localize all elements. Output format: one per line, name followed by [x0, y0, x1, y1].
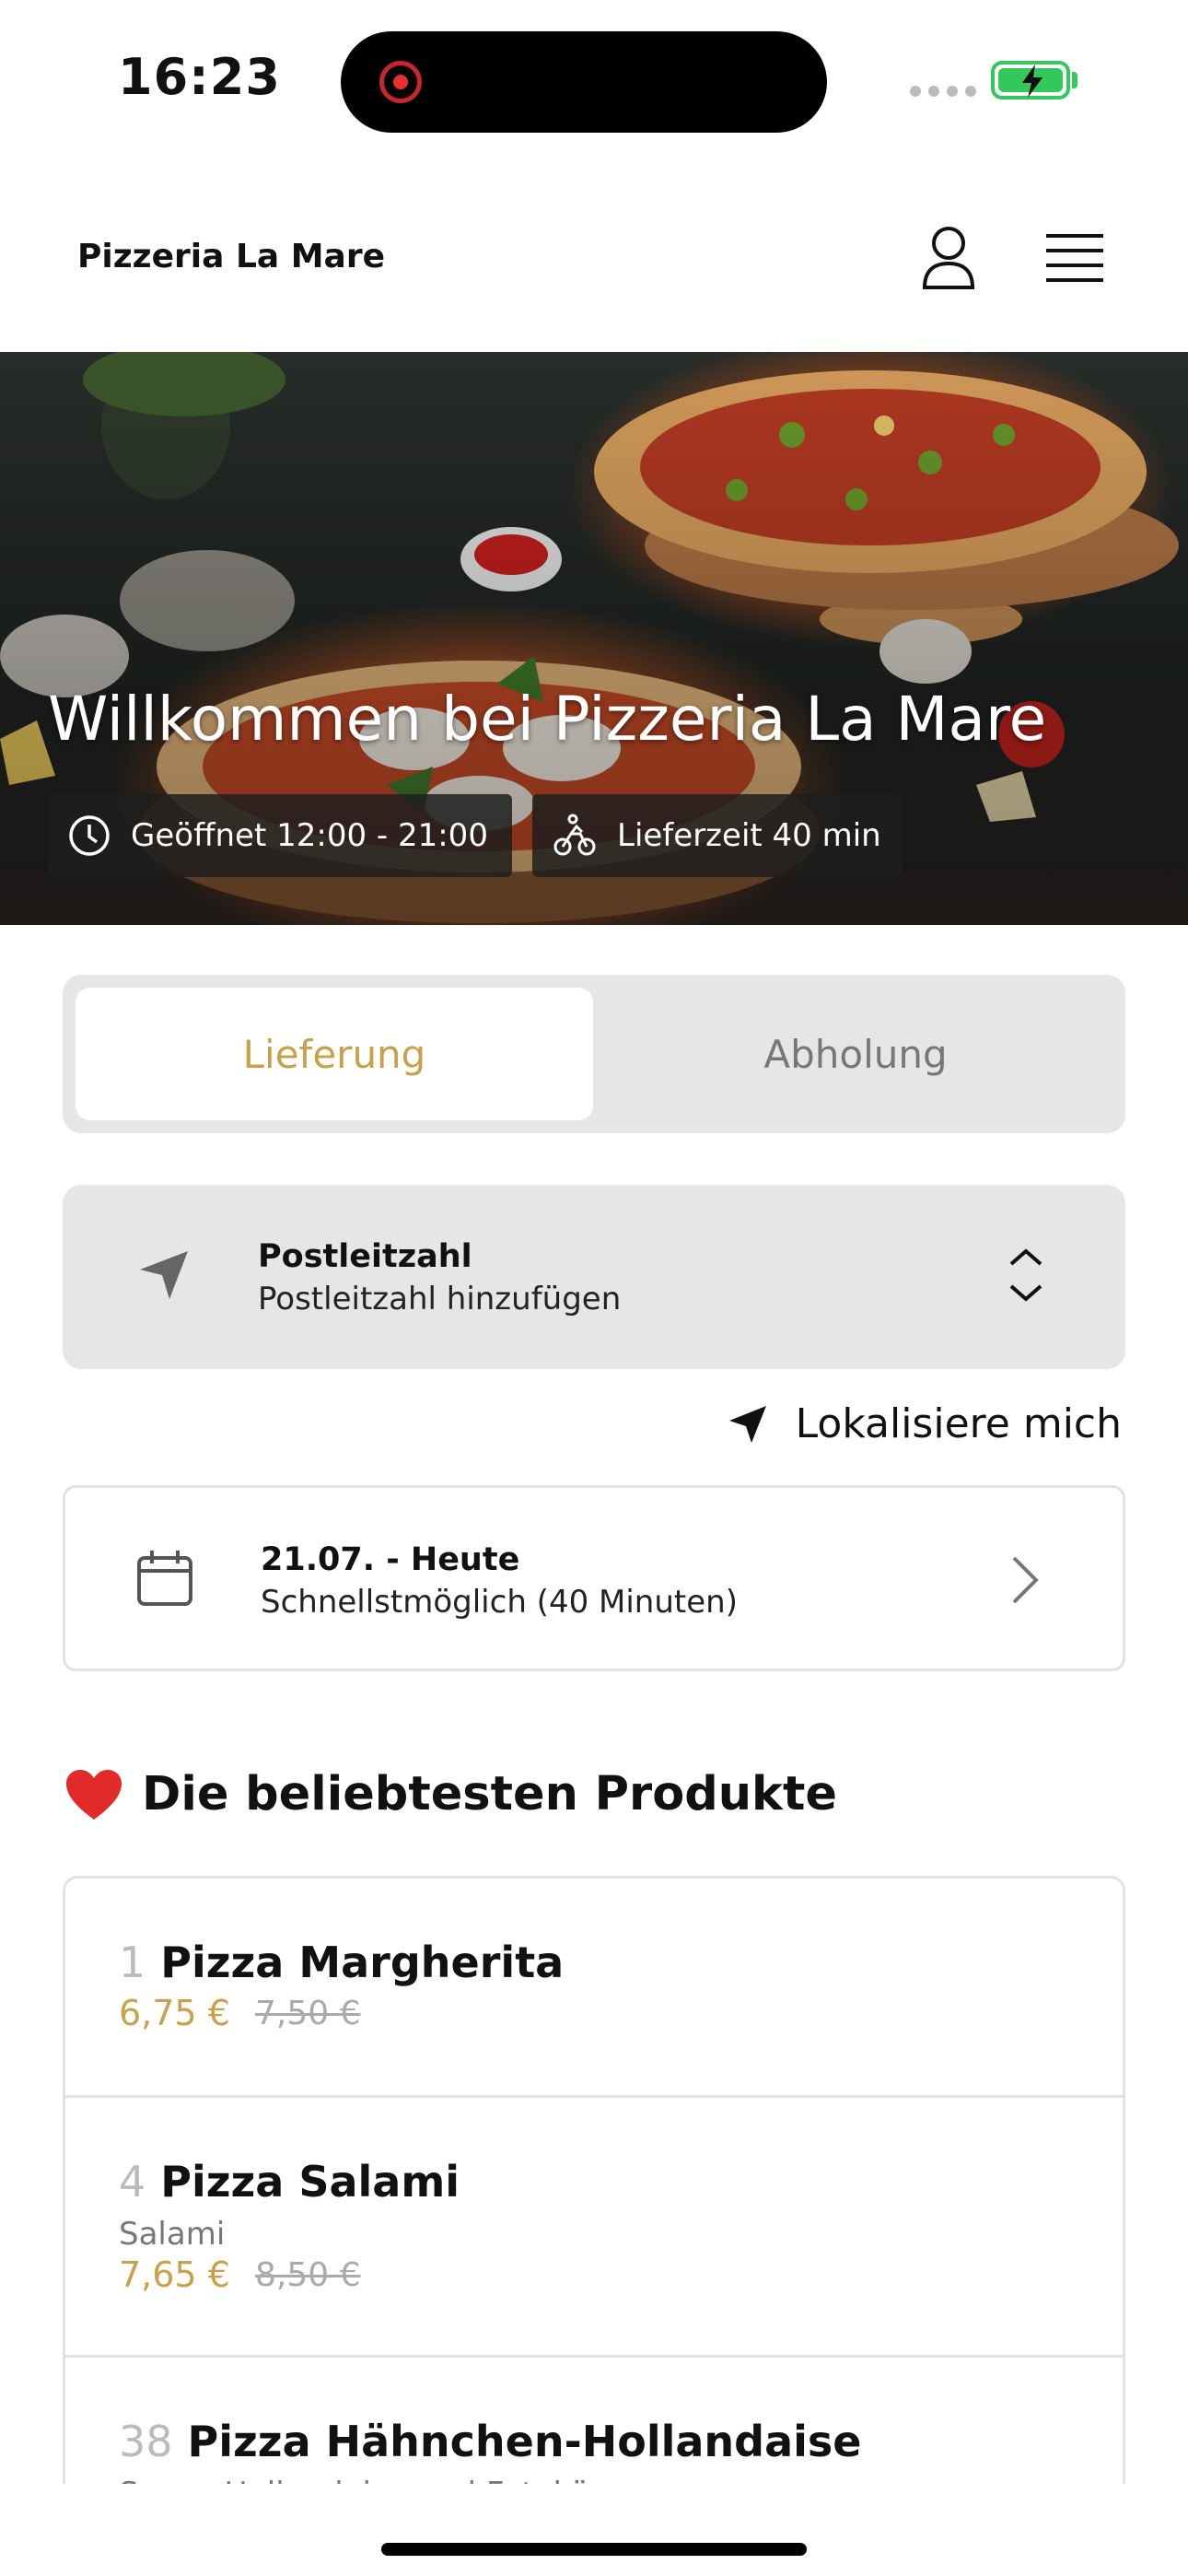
product-item[interactable]: 38 Pizza Hähnchen-Hollandaise Sauce Holla…	[65, 2358, 1123, 2484]
chevron-up-down-icon	[1009, 1248, 1042, 1302]
product-name: 38 Pizza Hähnchen-Hollandaise	[119, 2417, 861, 2466]
calendar-icon	[137, 1551, 192, 1606]
battery-cap	[1072, 72, 1077, 88]
product-name: 1 Pizza Margherita	[119, 1938, 564, 1987]
navigation-arrow-icon	[140, 1251, 188, 1299]
locate-me-button[interactable]: Lokalisiere mich	[728, 1400, 1122, 1447]
heart-icon	[66, 1769, 122, 1820]
dynamic-island	[341, 31, 827, 133]
recording-indicator-icon	[379, 61, 422, 103]
section-title-popular: Die beliebtesten Produkte	[64, 1767, 837, 1821]
cellular-signal-icon	[910, 85, 984, 101]
user-account-icon[interactable]	[919, 225, 978, 296]
opening-hours-text: Geöffnet 12:00 - 21:00	[131, 817, 488, 854]
location-arrow-icon	[728, 1405, 766, 1443]
opening-hours-badge: Geöffnet 12:00 - 21:00	[48, 794, 512, 877]
postcode-placeholder: Postleitzahl hinzufügen	[258, 1281, 622, 1317]
order-mode-toggle: Lieferung Abholung	[63, 975, 1125, 1133]
locate-me-label: Lokalisiere mich	[795, 1400, 1122, 1447]
tab-delivery[interactable]: Lieferung	[76, 988, 593, 1120]
product-name: 4 Pizza Salami	[119, 2157, 460, 2207]
status-time: 16:23	[118, 48, 281, 106]
hero-title: Willkommen bei Pizzeria La Mare	[48, 684, 1047, 755]
postcode-label: Postleitzahl	[258, 1238, 472, 1275]
delivery-time-text: Lieferzeit 40 min	[617, 817, 881, 854]
product-number: 38	[119, 2417, 173, 2466]
product-title: Pizza Margherita	[160, 1938, 565, 1987]
home-indicator[interactable]	[381, 2543, 807, 2556]
postcode-selector[interactable]: Postleitzahl Postleitzahl hinzufügen	[63, 1185, 1125, 1369]
product-item[interactable]: 1 Pizza Margherita 6,75 € 7,50 €	[65, 1879, 1123, 2098]
product-price: 6,75 €	[119, 1993, 230, 2033]
delivery-date-title: 21.07. - Heute	[261, 1541, 520, 1578]
chevron-right-icon	[1012, 1556, 1039, 1604]
product-item[interactable]: 4 Pizza Salami Salami 7,65 € 8,50 €	[65, 2098, 1123, 2358]
battery-charging-icon	[991, 61, 1070, 100]
clock-icon	[69, 815, 110, 856]
product-price: 7,65 €	[119, 2254, 230, 2295]
delivery-date-subtitle: Schnellstmöglich (40 Minuten)	[261, 1584, 738, 1621]
delivery-date-selector[interactable]: 21.07. - Heute Schnellstmöglich (40 Minu…	[63, 1485, 1125, 1671]
product-number: 1	[119, 1938, 146, 1987]
popular-products-list: 1 Pizza Margherita 6,75 € 7,50 € 4 Pizza S…	[63, 1876, 1125, 2484]
product-old-price: 7,50 €	[255, 1995, 361, 2032]
tab-pickup[interactable]: Abholung	[597, 988, 1114, 1120]
hero-banner: Willkommen bei Pizzeria La Mare Geöffnet…	[0, 352, 1188, 925]
product-title: Pizza Hähnchen-Hollandaise	[187, 2417, 862, 2466]
product-title: Pizza Salami	[160, 2157, 460, 2207]
product-description: Salami	[119, 2216, 226, 2253]
product-old-price: 8,50 €	[255, 2256, 361, 2294]
bike-courier-icon	[553, 814, 596, 856]
hamburger-menu-icon[interactable]	[1044, 232, 1105, 288]
product-description: Sauce Hollandaise und Fetakäse	[119, 2476, 625, 2484]
brand-name[interactable]: Pizzeria La Mare	[77, 238, 385, 275]
product-number: 4	[119, 2157, 146, 2207]
delivery-time-badge: Lieferzeit 40 min	[532, 794, 903, 877]
popular-title-text: Die beliebtesten Produkte	[142, 1767, 837, 1821]
